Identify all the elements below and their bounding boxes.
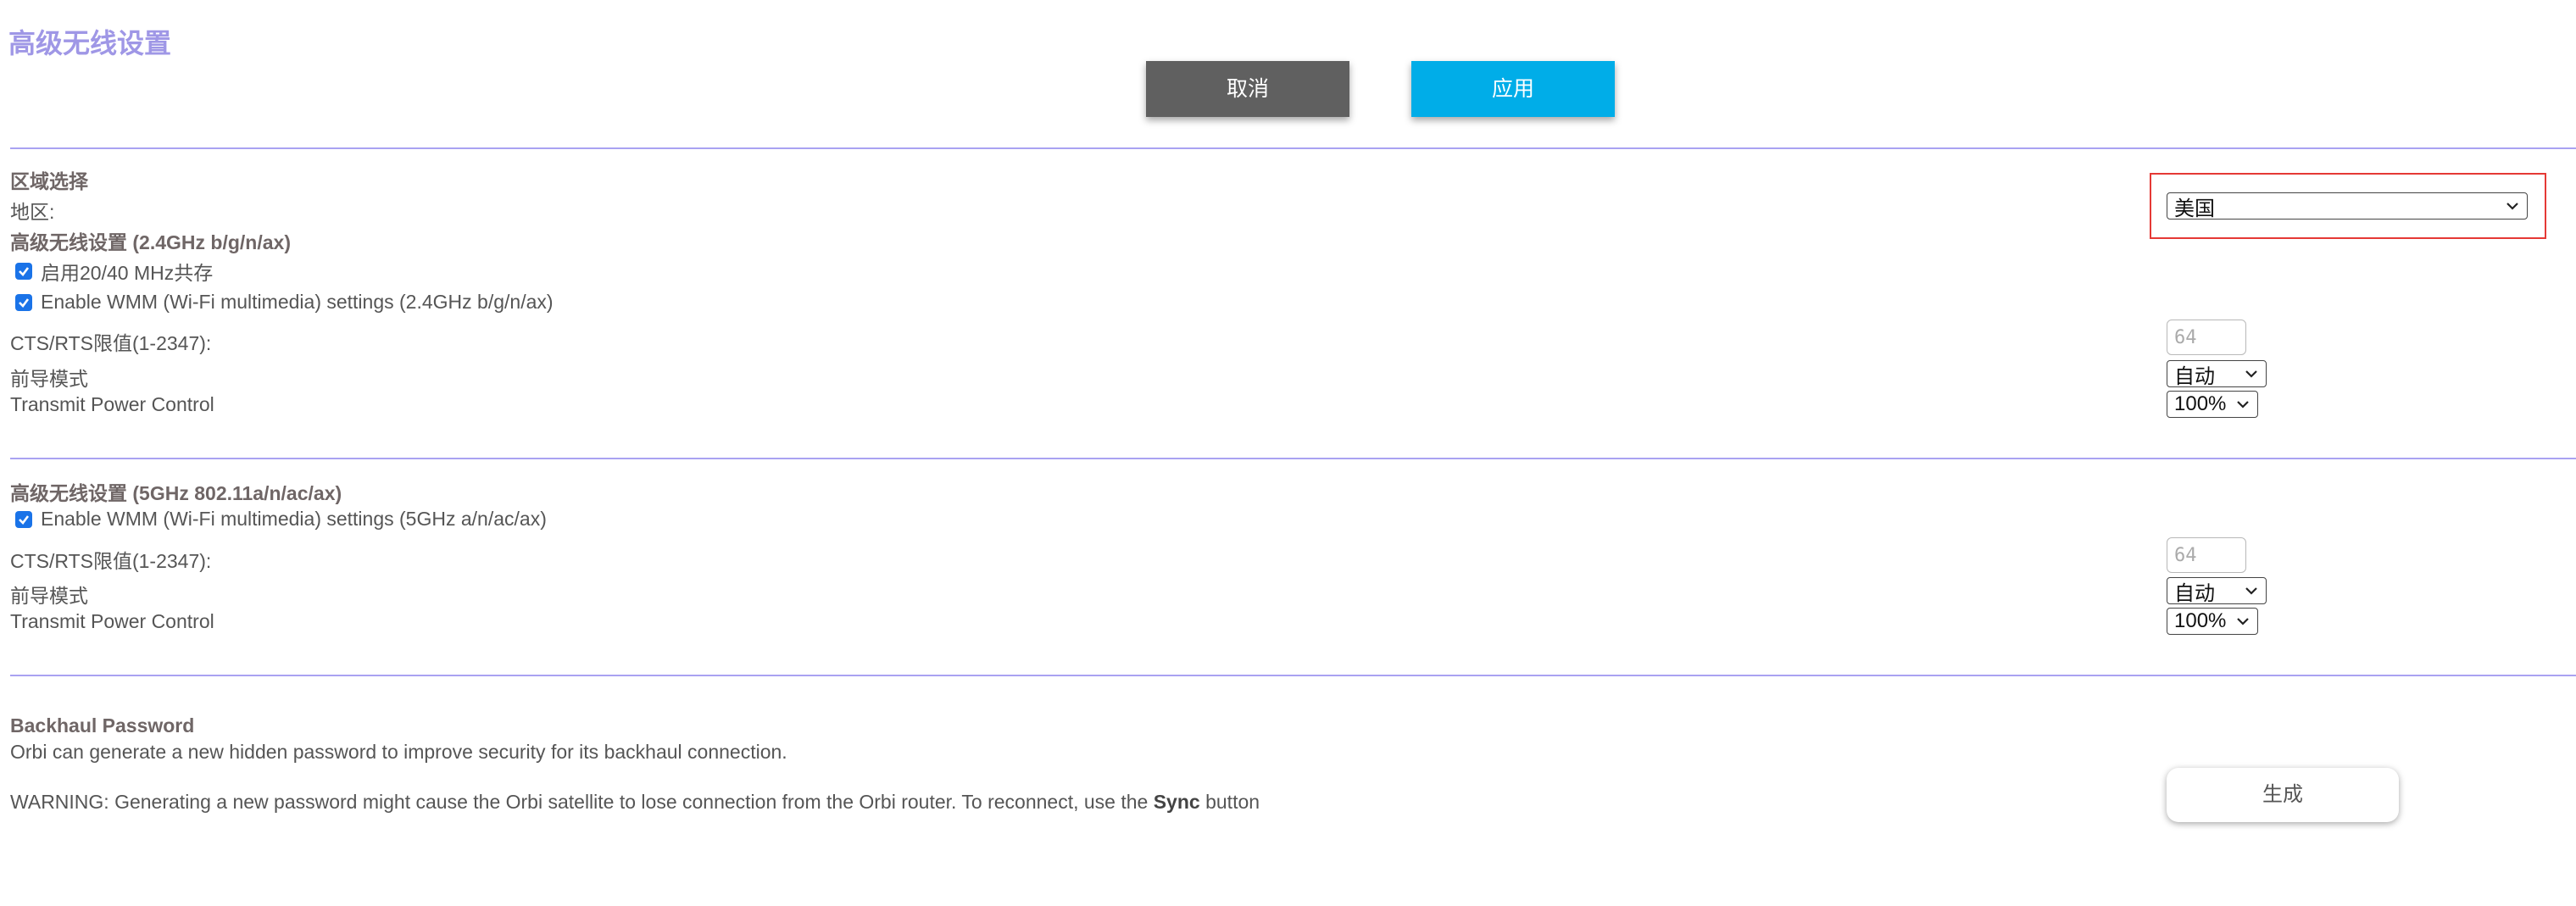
sync-keyword: Sync	[1153, 791, 1200, 813]
wmm-24-checkbox-row[interactable]: Enable WMM (Wi-Fi multimedia) settings (…	[15, 291, 554, 314]
preamble-24-select[interactable]: 自动	[2167, 360, 2267, 388]
generate-button[interactable]: 生成	[2167, 768, 2399, 822]
chevron-down-icon	[2235, 397, 2251, 412]
page-title: 高级无线设置	[8, 28, 172, 58]
preamble-5-select[interactable]: 自动	[2167, 577, 2267, 605]
chevron-down-icon	[2235, 614, 2251, 629]
power-24-value: 100%	[2174, 392, 2227, 415]
power-5-value: 100%	[2174, 609, 2227, 632]
region-label: 地区:	[10, 201, 55, 223]
backhaul-warning-suffix: button	[1205, 791, 1260, 813]
wmm-24-label: Enable WMM (Wi-Fi multimedia) settings (…	[41, 291, 554, 313]
apply-button[interactable]: 应用	[1411, 61, 1615, 117]
region-section-title: 区域选择	[10, 170, 88, 192]
preamble-24-value: 自动	[2174, 364, 2215, 388]
check-icon	[19, 297, 30, 308]
coexist-checkbox-row[interactable]: 启用20/40 MHz共存	[15, 257, 213, 286]
check-icon	[19, 514, 30, 525]
region-select-value: 美国	[2174, 197, 2215, 220]
wireless-24-section-title: 高级无线设置 (2.4GHz b/g/n/ax)	[10, 231, 291, 253]
coexist-label: 启用20/40 MHz共存	[41, 262, 214, 284]
region-select[interactable]: 美国	[2167, 192, 2528, 220]
backhaul-title: Backhaul Password	[10, 714, 195, 736]
wmm-5-checkbox-row[interactable]: Enable WMM (Wi-Fi multimedia) settings (…	[15, 508, 547, 531]
power-5-label: Transmit Power Control	[10, 610, 214, 632]
preamble-5-label: 前导模式	[10, 585, 88, 607]
chevron-down-icon	[2505, 198, 2520, 214]
coexist-checkbox[interactable]	[15, 263, 32, 280]
chevron-down-icon	[2244, 366, 2259, 381]
wmm-5-label: Enable WMM (Wi-Fi multimedia) settings (…	[41, 508, 547, 530]
chevron-down-icon	[2244, 583, 2259, 598]
power-5-select[interactable]: 100%	[2167, 608, 2258, 635]
divider	[10, 458, 2576, 459]
backhaul-warning-text: WARNING: Generating a new password might…	[10, 791, 1149, 813]
divider	[10, 675, 2576, 676]
divider	[10, 147, 2576, 149]
cts-24-label: CTS/RTS限值(1-2347):	[10, 332, 212, 354]
wireless-5-section-title: 高级无线设置 (5GHz 802.11a/n/ac/ax)	[10, 482, 342, 504]
check-icon	[19, 267, 30, 276]
wmm-24-checkbox[interactable]	[15, 293, 32, 311]
cts-24-input[interactable]: 64	[2167, 320, 2246, 355]
preamble-24-label: 前导模式	[10, 368, 88, 390]
preamble-5-value: 自动	[2174, 581, 2215, 605]
cts-5-input[interactable]: 64	[2167, 537, 2246, 573]
power-24-select[interactable]: 100%	[2167, 391, 2258, 418]
wmm-5-checkbox[interactable]	[15, 510, 32, 528]
cancel-button[interactable]: 取消	[1146, 61, 1349, 117]
backhaul-description: Orbi can generate a new hidden password …	[10, 741, 787, 763]
cts-24-value: 64	[2174, 326, 2197, 348]
cts-5-label: CTS/RTS限值(1-2347):	[10, 550, 212, 572]
backhaul-warning: WARNING: Generating a new password might…	[10, 791, 1260, 814]
power-24-label: Transmit Power Control	[10, 393, 214, 415]
cts-5-value: 64	[2174, 544, 2197, 566]
